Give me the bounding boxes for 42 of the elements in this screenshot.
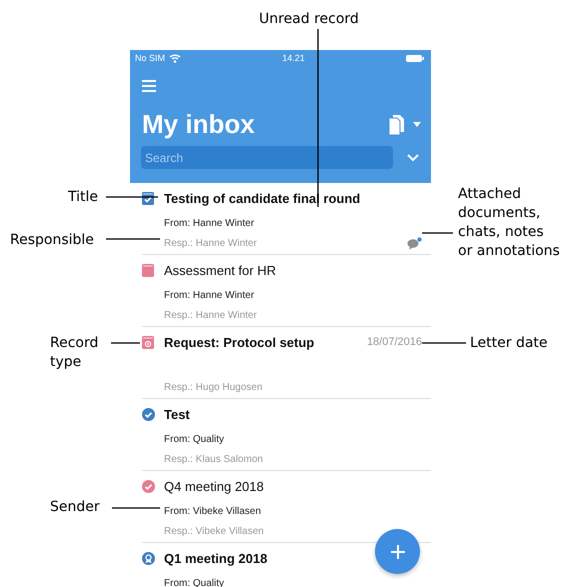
sender-text: From: Hanne Winter — [164, 218, 254, 228]
sender-text: From: Hanne Winter — [164, 290, 254, 300]
carrier-text: No SIM — [135, 53, 166, 63]
record-title[interactable]: Assessment for HR — [164, 262, 276, 278]
callout-label: Attached documents, chats, notes or annotations — [458, 185, 560, 261]
screen-title: My inbox — [142, 109, 255, 140]
sender-text: From: Vibeke Villasen — [164, 506, 261, 516]
wifi-icon — [169, 53, 182, 63]
responsible-text: Resp.: Klaus Salomon — [164, 454, 263, 464]
clock-text: 14.21 — [282, 53, 305, 63]
leader-line — [422, 232, 453, 234]
leader-line — [112, 507, 160, 509]
responsible-text: Resp.: Vibeke Villasen — [164, 526, 264, 536]
battery-icon — [406, 54, 424, 62]
callout-label: Letter date — [470, 334, 548, 353]
inbox-row[interactable]: Test From: Quality Resp.: Klaus Salomon — [142, 399, 431, 471]
inbox-row[interactable]: Assessment for HR From: Hanne Winter Resp.: Hanne Winter — [142, 255, 431, 327]
record-title[interactable]: Test — [164, 406, 190, 422]
responsible-text: Resp.: Hanne Winter — [164, 310, 257, 320]
sender-text: From: Quality — [164, 434, 224, 444]
inbox-row[interactable]: Request: Protocol setup 18/07/2016 Resp.: Hugo Hugosen — [142, 327, 431, 399]
record-title[interactable]: Q1 meeting 2018 — [164, 550, 268, 566]
record-title[interactable]: Q4 meeting 2018 — [164, 478, 264, 494]
responsible-text: Resp.: Hanne Winter — [164, 238, 257, 248]
documents-dropdown-icon[interactable] — [389, 113, 421, 136]
callout-label: Title — [68, 188, 98, 207]
leader-line — [111, 342, 140, 344]
callout-label: Unread record — [259, 10, 359, 29]
callout-label: Sender — [50, 498, 100, 517]
callout-label: Record type — [50, 334, 98, 372]
record-title[interactable]: Request: Protocol setup — [164, 334, 314, 350]
callout-label: Responsible — [10, 231, 94, 250]
menu-icon[interactable] — [142, 80, 156, 92]
letter-date: 18/07/2016 — [366, 336, 422, 348]
leader-line — [106, 196, 158, 198]
search-field[interactable]: Search — [141, 146, 393, 169]
add-button[interactable] — [375, 529, 420, 574]
plus-icon — [390, 544, 404, 558]
leader-line — [106, 238, 160, 240]
chevron-down-icon[interactable] — [407, 154, 419, 162]
leader-line — [422, 342, 466, 344]
responsible-text: Resp.: Hugo Hugosen — [164, 382, 262, 392]
